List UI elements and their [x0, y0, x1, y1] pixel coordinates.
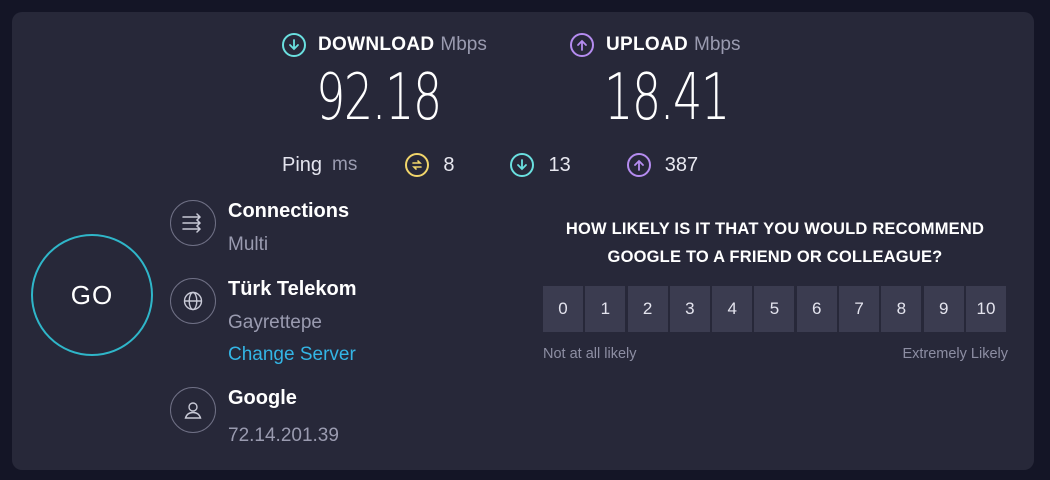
ping-unit: ms: [332, 154, 358, 175]
scale-high-label: Extremely Likely: [902, 346, 1008, 362]
globe-icon: [170, 278, 216, 324]
download-unit: Mbps: [440, 34, 487, 55]
rating-scale: 0 1 2 3 4 5 6 7 8 9 10: [543, 286, 1006, 332]
arrow-down-circle-icon: [510, 153, 535, 177]
speedtest-panel: DOWNLOAD Mbps 92.18 UPLOAD Mbps 18.41 Pi…: [12, 12, 1034, 470]
rating-option[interactable]: 7: [839, 286, 880, 332]
change-server-link[interactable]: Change Server: [228, 344, 356, 366]
download-result: DOWNLOAD Mbps 92.18: [282, 32, 489, 136]
survey-question: HOW LIKELY IS IT THAT YOU WOULD RECOMMEN…: [565, 220, 985, 266]
upload-label: UPLOAD: [606, 34, 689, 55]
connections-icon[interactable]: [170, 200, 216, 246]
idle-latency-icon: [405, 153, 430, 177]
connections-title: Connections: [228, 200, 350, 222]
rating-option[interactable]: 6: [796, 286, 837, 332]
rating-option[interactable]: 4: [712, 286, 753, 332]
rating-option[interactable]: 0: [543, 286, 583, 332]
ping-download: 13: [510, 153, 571, 177]
ping-idle-value: 8: [443, 153, 455, 176]
provider-ip: 72.14.201.39: [228, 425, 339, 446]
rating-option[interactable]: 10: [965, 286, 1006, 332]
upload-unit: Mbps: [694, 34, 741, 55]
provider-name: Google: [228, 387, 297, 409]
user-icon: [170, 387, 216, 433]
ping-upload-value: 387: [664, 153, 699, 176]
rating-option[interactable]: 9: [923, 286, 964, 332]
rating-option[interactable]: 8: [881, 286, 922, 332]
arrow-down-circle-icon: [282, 33, 306, 57]
ping-download-value: 13: [548, 153, 571, 176]
ping-label: Ping: [282, 153, 323, 176]
ping-row: Ping ms 8 13 387: [282, 150, 754, 180]
rating-option[interactable]: 5: [754, 286, 795, 332]
rating-option[interactable]: 1: [585, 286, 626, 332]
arrow-up-circle-icon: [570, 33, 594, 57]
server-name: Türk Telekom: [228, 278, 357, 300]
upload-value: 18.41: [604, 61, 730, 135]
download-label: DOWNLOAD: [318, 34, 435, 55]
arrow-up-circle-icon: [626, 153, 651, 177]
ping-upload: 387: [626, 153, 699, 177]
server-location: Gayrettepe: [228, 312, 322, 333]
go-button[interactable]: GO: [31, 234, 153, 356]
download-value: 92.18: [316, 61, 442, 135]
ping-idle: 8: [405, 153, 454, 177]
connections-value: Multi: [228, 234, 269, 255]
scale-low-label: Not at all likely: [543, 346, 637, 362]
upload-result: UPLOAD Mbps 18.41: [570, 32, 777, 136]
rating-option[interactable]: 3: [669, 286, 710, 332]
rating-option[interactable]: 2: [627, 286, 668, 332]
